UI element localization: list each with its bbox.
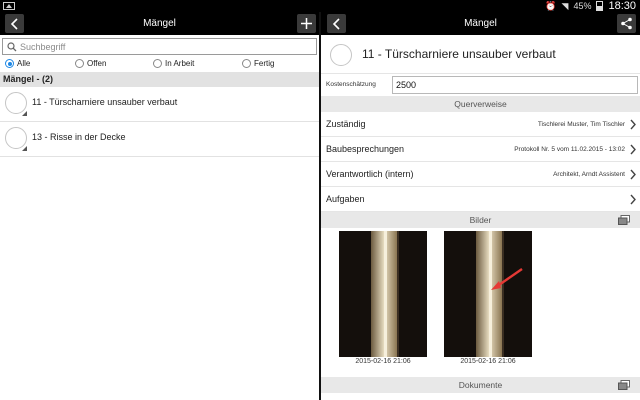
image-thumbnail[interactable] bbox=[339, 231, 427, 357]
row-label: Verantwortlich (intern) bbox=[326, 169, 414, 179]
status-circle-icon[interactable] bbox=[330, 44, 352, 66]
defects-section-header: Mängel - (2) bbox=[0, 72, 319, 87]
row-label: Zuständig bbox=[326, 119, 366, 129]
filter-label: Offen bbox=[87, 59, 107, 68]
list-item[interactable]: 13 - Risse in der Decke bbox=[0, 122, 319, 157]
add-image-icon[interactable] bbox=[618, 215, 630, 225]
image-thumbnail[interactable] bbox=[444, 231, 532, 357]
radio-icon bbox=[242, 59, 251, 68]
battery-percent: 45% bbox=[573, 1, 592, 11]
clock-icon: ⏰ bbox=[545, 1, 557, 11]
image-caption: 2015-02-16 21:06 bbox=[355, 358, 411, 365]
list-item[interactable]: 11 - Türscharniere unsauber verbaut bbox=[0, 87, 319, 122]
images-header: Bilder bbox=[321, 212, 640, 228]
door-photo-image bbox=[339, 231, 427, 357]
add-document-icon[interactable] bbox=[618, 380, 630, 390]
search-icon bbox=[7, 42, 17, 52]
list-item-label: 13 - Risse in der Decke bbox=[32, 132, 126, 142]
row-baubesprechungen[interactable]: Baubesprechungen Protokoll Nr. 5 vom 11.… bbox=[321, 137, 640, 162]
plus-icon bbox=[301, 18, 312, 29]
door-photo-image bbox=[444, 231, 532, 357]
filter-in-arbeit[interactable]: In Arbeit bbox=[153, 58, 194, 69]
defect-detail-pane: Mängel 11 - Türscharniere unsauber verba… bbox=[321, 12, 640, 400]
row-value: Architekt, Arndt Assistent bbox=[553, 171, 625, 178]
radio-selected-icon bbox=[5, 59, 14, 68]
row-value: Tischlerei Muster, Tim Tischler bbox=[537, 121, 625, 128]
status-filter: Alle Offen In Arbeit Fertig bbox=[0, 55, 319, 72]
radio-icon bbox=[75, 59, 84, 68]
corner-marker-icon bbox=[22, 111, 27, 116]
row-label: Baubesprechungen bbox=[326, 144, 405, 154]
cross-references-title: Querverweise bbox=[454, 99, 507, 109]
right-title: Mängel bbox=[464, 18, 497, 29]
row-zustaendig[interactable]: Zuständig Tischlerei Muster, Tim Tischle… bbox=[321, 112, 640, 137]
filter-label: Fertig bbox=[254, 59, 275, 68]
status-clock: 18:30 bbox=[608, 0, 636, 12]
status-bar: ⏰ ◥ 45% 18:30 bbox=[0, 0, 640, 12]
search-box[interactable] bbox=[2, 38, 317, 55]
right-topbar: Mängel bbox=[321, 12, 640, 35]
cross-references-header: Querverweise bbox=[321, 96, 640, 112]
image-icon bbox=[3, 2, 15, 10]
battery-icon bbox=[596, 1, 604, 11]
chevron-right-icon bbox=[630, 194, 636, 205]
cost-estimate-label: Kostenschätzung bbox=[326, 81, 376, 88]
image-caption: 2015-02-16 21:06 bbox=[460, 358, 516, 365]
cost-estimate-row: Kostenschätzung bbox=[321, 74, 640, 96]
radio-icon bbox=[153, 59, 162, 68]
cost-estimate-field[interactable] bbox=[392, 76, 638, 94]
filter-label: In Arbeit bbox=[165, 59, 195, 68]
left-title: Mängel bbox=[143, 18, 176, 29]
chevron-right-icon bbox=[630, 119, 636, 130]
corner-marker-icon bbox=[22, 146, 27, 151]
filter-offen[interactable]: Offen bbox=[75, 58, 106, 69]
left-topbar: Mängel bbox=[0, 12, 319, 35]
filter-label: Alle bbox=[17, 59, 31, 68]
filter-fertig[interactable]: Fertig bbox=[242, 58, 274, 69]
share-icon bbox=[621, 17, 632, 30]
row-aufgaben[interactable]: Aufgaben bbox=[321, 187, 640, 212]
defects-list-pane: Mängel Alle Offen In Arbeit Fertig Mänge… bbox=[0, 12, 319, 400]
row-verantwortlich[interactable]: Verantwortlich (intern) Architekt, Arndt… bbox=[321, 162, 640, 187]
images-gallery: 2015-02-16 21:06 2015-02-16 21:06 bbox=[321, 228, 640, 377]
list-item-label: 11 - Türscharniere unsauber verbaut bbox=[32, 97, 178, 107]
search-input[interactable] bbox=[20, 39, 300, 54]
chevron-right-icon bbox=[630, 169, 636, 180]
row-label: Aufgaben bbox=[326, 194, 365, 204]
chevron-right-icon bbox=[630, 144, 636, 155]
detail-title: 11 - Türscharniere unsauber verbaut bbox=[362, 47, 556, 61]
documents-header: Dokumente bbox=[321, 377, 640, 393]
documents-title: Dokumente bbox=[458, 380, 503, 390]
share-button[interactable] bbox=[617, 14, 636, 33]
images-title: Bilder bbox=[469, 215, 492, 225]
wifi-icon: ◥ bbox=[561, 1, 569, 11]
row-value: Protokoll Nr. 5 vom 11.02.2015 - 13:02 bbox=[514, 146, 625, 153]
filter-alle[interactable]: Alle bbox=[5, 58, 30, 69]
add-button[interactable] bbox=[297, 14, 316, 33]
status-bar-right: ⏰ ◥ 45% 18:30 bbox=[545, 0, 636, 12]
detail-header: 11 - Türscharniere unsauber verbaut bbox=[321, 35, 640, 74]
